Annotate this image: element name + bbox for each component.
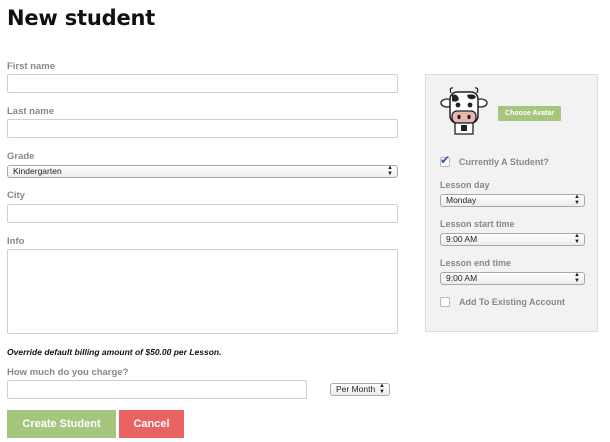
lesson-start-select[interactable]: 9:00 AM ▲ ▼: [440, 233, 585, 246]
existing-account-label: Add To Existing Account: [459, 297, 565, 307]
billing-note: Override default billing amount of $50.0…: [7, 347, 222, 357]
charge-input[interactable]: [7, 380, 307, 399]
select-arrows-icon: ▲ ▼: [574, 233, 580, 245]
create-student-button[interactable]: Create Student: [7, 410, 116, 438]
lesson-start-label: Lesson start time: [440, 219, 515, 229]
city-label: City: [7, 190, 25, 201]
info-textarea[interactable]: [7, 249, 398, 334]
existing-account-checkbox[interactable]: [440, 297, 450, 307]
grade-select[interactable]: Kindergarten ▲ ▼: [7, 165, 398, 178]
page-title: New student: [7, 6, 156, 30]
first-name-input[interactable]: [7, 74, 398, 93]
currently-student-checkbox[interactable]: [440, 153, 450, 167]
currently-student-label: Currently A Student?: [459, 157, 549, 167]
lesson-end-value: 9:00 AM: [446, 273, 478, 283]
grade-label: Grade: [7, 151, 35, 162]
lesson-day-select[interactable]: Monday ▲ ▼: [440, 194, 585, 207]
choose-avatar-button[interactable]: Choose Avatar: [498, 106, 561, 121]
last-name-label: Last name: [7, 106, 54, 117]
charge-period-value: Per Month: [336, 384, 376, 394]
info-label: Info: [7, 236, 25, 247]
lesson-end-select[interactable]: 9:00 AM ▲ ▼: [440, 272, 585, 285]
first-name-label: First name: [7, 61, 56, 72]
lesson-start-value: 9:00 AM: [446, 234, 478, 244]
select-arrows-icon: ▲ ▼: [574, 272, 580, 284]
lesson-end-label: Lesson end time: [440, 258, 512, 268]
charge-label: How much do you charge?: [7, 367, 129, 378]
cancel-button[interactable]: Cancel: [119, 410, 184, 438]
select-arrows-icon: ▲ ▼: [379, 383, 385, 395]
charge-period-select[interactable]: Per Month ▲ ▼: [330, 383, 390, 396]
last-name-input[interactable]: [7, 119, 398, 138]
grade-select-value: Kindergarten: [13, 166, 62, 176]
select-arrows-icon: ▲ ▼: [574, 194, 580, 206]
cow-avatar-icon[interactable]: [440, 85, 488, 135]
select-arrows-icon: ▲ ▼: [387, 165, 393, 177]
student-options-panel: Choose Avatar Currently A Student? Lesso…: [425, 74, 598, 332]
city-input[interactable]: [7, 204, 398, 223]
lesson-day-value: Monday: [446, 195, 477, 205]
lesson-day-label: Lesson day: [440, 180, 490, 190]
